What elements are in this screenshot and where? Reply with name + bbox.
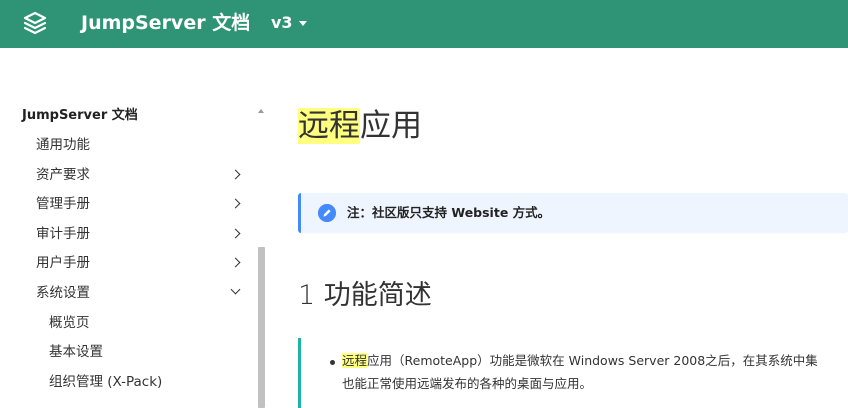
- site-title[interactable]: JumpServer 文档: [81, 10, 250, 36]
- scroll-up-icon[interactable]: [258, 109, 264, 113]
- page-title-rest: 应用: [360, 108, 422, 144]
- version-label: v3: [271, 13, 293, 32]
- chevron-right-icon: [230, 257, 241, 268]
- sidebar-item-label: 概览页: [49, 315, 90, 331]
- top-header: JumpServer 文档 v3: [0, 0, 848, 48]
- description-line-1-rest: 应用（RemoteApp）功能是微软在 Windows Server 2008之…: [367, 353, 818, 368]
- description-block: 远程应用（RemoteApp）功能是微软在 Windows Server 200…: [298, 338, 848, 408]
- sidebar-item-label: 组织管理 (X-Pack): [49, 374, 163, 390]
- search-highlight: 远程: [298, 108, 360, 144]
- chevron-right-icon: [230, 228, 241, 239]
- layers-logo-icon[interactable]: [22, 10, 48, 36]
- sidebar-item-label: 用户手册: [36, 255, 90, 271]
- sidebar-item-user-manual[interactable]: 用户手册: [36, 251, 248, 275]
- chevron-right-icon: [230, 169, 241, 180]
- section-heading: 1 功能简述: [298, 280, 432, 311]
- sidebar-subitem-overview[interactable]: 概览页: [49, 311, 261, 335]
- sidebar-root-link[interactable]: JumpServer 文档: [22, 107, 138, 125]
- sidebar-item-label: 通用功能: [36, 137, 90, 153]
- sidebar-subitem-basic-settings[interactable]: 基本设置: [49, 340, 261, 364]
- version-selector[interactable]: v3: [271, 12, 307, 34]
- sidebar-item-admin-manual[interactable]: 管理手册: [36, 192, 248, 216]
- page-title: 远程应用: [298, 104, 422, 148]
- sidebar-item-general-features[interactable]: 通用功能: [36, 133, 248, 157]
- sidebar-subitem-org-management[interactable]: 组织管理 (X-Pack): [49, 370, 261, 394]
- sidebar-item-audit-manual[interactable]: 审计手册: [36, 222, 248, 246]
- sidebar-item-label: 系统设置: [36, 285, 90, 301]
- sidebar-item-label: 管理手册: [36, 196, 90, 212]
- sidebar-item-label: 基本设置: [49, 344, 103, 360]
- sidebar-item-asset-requirements[interactable]: 资产要求: [36, 163, 248, 187]
- note-admonition: 注：社区版只支持 Website 方式。: [298, 193, 848, 233]
- description-line-1: 远程应用（RemoteApp）功能是微软在 Windows Server 200…: [342, 352, 818, 370]
- search-highlight: 远程: [342, 353, 368, 368]
- chevron-down-icon: [230, 284, 241, 295]
- sidebar-item-label: 审计手册: [36, 226, 90, 242]
- sidebar-item-label: 资产要求: [36, 167, 90, 183]
- sidebar-item-system-settings[interactable]: 系统设置: [36, 281, 248, 305]
- description-line-2: 也能正常使用远端发布的各种的桌面与应用。: [342, 376, 593, 391]
- chevron-right-icon: [230, 198, 241, 209]
- note-text: 注：社区版只支持 Website 方式。: [347, 205, 551, 220]
- caret-down-icon: [298, 20, 307, 26]
- bullet-dot: [330, 360, 335, 365]
- sidebar-nav: JumpServer 文档 通用功能 资产要求 管理手册 审计手册 用户手册 系…: [0, 100, 268, 408]
- pencil-icon: [318, 204, 336, 222]
